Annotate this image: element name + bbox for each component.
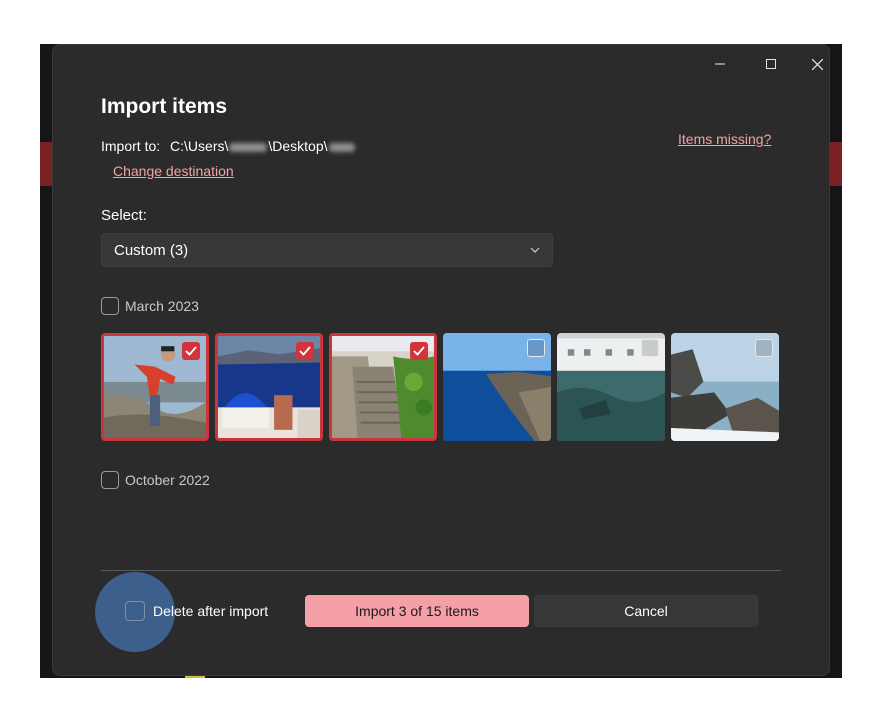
items-missing-link[interactable]: Items missing? (678, 131, 771, 147)
import-button[interactable]: Import 3 of 15 items (305, 595, 529, 627)
group-march-2023: March 2023 (101, 297, 199, 315)
group-checkbox-october-2022[interactable] (101, 471, 119, 489)
unselected-checkbox-icon[interactable] (527, 339, 545, 357)
photo-grid (101, 333, 779, 441)
maximize-button[interactable] (754, 53, 788, 75)
group-label-march-2023: March 2023 (125, 298, 199, 314)
path-middle: \Desktop\ (268, 138, 328, 154)
cancel-button[interactable]: Cancel (534, 595, 758, 627)
import-destination: Import to: C:\Users\ \Desktop\ (101, 138, 356, 154)
select-value: Custom (3) (114, 241, 189, 259)
close-button[interactable] (800, 53, 834, 75)
photo-thumbnail[interactable] (329, 333, 437, 441)
photo-thumbnail[interactable] (557, 333, 665, 441)
delete-after-import-label: Delete after import (153, 603, 269, 619)
redacted-username (229, 142, 268, 152)
import-to-label: Import to: (101, 138, 161, 154)
dialog-title: Import items (101, 95, 228, 118)
group-checkbox-march-2023[interactable] (101, 297, 119, 315)
path-prefix: C:\Users\ (170, 138, 229, 154)
delete-after-import-checkbox[interactable] (125, 601, 145, 621)
minimize-icon (715, 63, 725, 65)
import-dialog: Import items Import to: C:\Users\ \Deskto… (52, 44, 830, 676)
chevron-down-icon (530, 247, 540, 253)
footer-divider (101, 570, 781, 571)
group-label-october-2022: October 2022 (125, 472, 210, 488)
selected-check-icon[interactable] (182, 342, 200, 360)
group-october-2022: October 2022 (101, 471, 210, 489)
select-dropdown[interactable]: Custom (3) (101, 233, 553, 267)
close-icon (811, 58, 823, 70)
redacted-folder (328, 142, 355, 152)
selected-check-icon[interactable] (410, 342, 428, 360)
selected-check-icon[interactable] (296, 342, 314, 360)
minimize-button[interactable] (703, 53, 737, 75)
maximize-icon (766, 59, 776, 69)
select-label: Select: (101, 207, 147, 224)
delete-after-import-option[interactable]: Delete after import (125, 601, 268, 621)
change-destination-link[interactable]: Change destination (113, 163, 234, 179)
photo-thumbnail[interactable] (215, 333, 323, 441)
unselected-checkbox-icon[interactable] (641, 339, 659, 357)
photo-thumbnail[interactable] (443, 333, 551, 441)
unselected-checkbox-icon[interactable] (755, 339, 773, 357)
photo-thumbnail[interactable] (671, 333, 779, 441)
photo-thumbnail[interactable] (101, 333, 209, 441)
